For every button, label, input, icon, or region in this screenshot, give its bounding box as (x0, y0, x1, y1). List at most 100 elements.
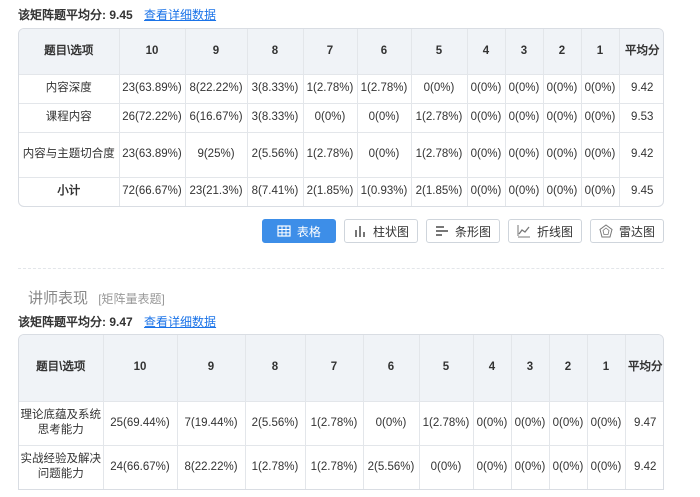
view-button-label: 折线图 (536, 224, 573, 239)
view-button-line-chart[interactable]: 折线图 (507, 219, 582, 243)
header-score-3: 3 (511, 335, 550, 402)
table-cell: 0(0%) (581, 177, 620, 206)
table-cell: 0(0%) (505, 132, 544, 178)
view-button-radar-chart[interactable]: 雷达图 (589, 219, 664, 243)
table-cell: 0(0%) (549, 445, 588, 489)
header-score-9: 9 (177, 335, 246, 402)
header-score-6: 6 (357, 29, 412, 75)
header-average: 平均分 (625, 335, 663, 402)
row-average: 9.42 (619, 132, 663, 178)
header-score-5: 5 (419, 335, 474, 402)
view-button-bar-chart[interactable]: 柱状图 (343, 219, 418, 243)
matrix2-average-value: 9.47 (109, 315, 133, 329)
row-label: 内容与主题切合度 (19, 132, 120, 178)
table-cell: 0(0%) (357, 103, 412, 133)
table-cell: 1(2.78%) (305, 445, 364, 489)
header-score-3: 3 (505, 29, 544, 75)
view-button-horizontal-bar[interactable]: 条形图 (425, 219, 500, 243)
matrix1-average-label: 该矩阵题平均分: (18, 8, 106, 22)
section-divider (18, 268, 664, 269)
table-cell: 3(8.33%) (247, 74, 304, 104)
section-title-text: 讲师表现 (28, 290, 89, 307)
row-label: 小计 (19, 177, 120, 206)
table-cell: 24(66.67%) (103, 445, 178, 489)
table-cell: 2(1.85%) (303, 177, 358, 206)
view-button-label: 表格 (296, 224, 321, 239)
table-cell: 1(2.78%) (411, 132, 468, 178)
view-button-label: 柱状图 (372, 224, 409, 239)
table-cell: 0(0%) (467, 132, 506, 178)
header-score-10: 10 (119, 29, 186, 75)
table-cell: 0(0%) (473, 401, 512, 446)
table-cell: 3(8.33%) (247, 103, 304, 133)
table-cell: 0(0%) (303, 103, 358, 133)
row-label: 内容深度 (19, 74, 120, 104)
header-score-7: 7 (303, 29, 358, 75)
matrix1-table: 题目\选项 10 9 8 7 6 5 4 3 2 1 平均分 内容深度 23(63.89%) 8(22.2… (19, 29, 663, 206)
table-cell: 0(0%) (549, 401, 588, 446)
table-cell: 0(0%) (543, 103, 582, 133)
table-cell: 0(0%) (505, 103, 544, 133)
view-button-table[interactable]: 表格 (261, 219, 336, 243)
table-cell: 7(19.44%) (177, 401, 246, 446)
table-cell: 23(63.89%) (119, 132, 186, 178)
table-cell: 25(69.44%) (103, 401, 178, 446)
table-cell: 23(21.3%) (185, 177, 248, 206)
table-row: 小计 72(66.67%) 23(21.3%) 8(7.41%) 2(1.85%) 1(0… (19, 177, 663, 206)
table-row: 内容深度 23(63.89%) 8(22.22%) 3(8.33%) 1(2.78%) 1… (19, 74, 663, 104)
row-average: 9.42 (619, 74, 663, 104)
table-cell: 2(5.56%) (363, 445, 420, 489)
section-type-label: [矩阵量表题] (98, 292, 165, 306)
table-cell: 26(72.22%) (119, 103, 186, 133)
table-cell: 0(0%) (587, 445, 626, 489)
table-cell: 1(0.93%) (357, 177, 412, 206)
matrix1-table-container: 题目\选项 10 9 8 7 6 5 4 3 2 1 平均分 内容深度 23(63.89%) 8(22.2… (18, 28, 664, 207)
table-cell: 1(2.78%) (303, 74, 358, 104)
table-cell: 9(25%) (185, 132, 248, 178)
table-icon (277, 224, 291, 238)
header-score-8: 8 (245, 335, 306, 402)
table-cell: 8(7.41%) (247, 177, 304, 206)
table-cell: 0(0%) (543, 74, 582, 104)
header-score-2: 2 (543, 29, 582, 75)
table-cell: 0(0%) (357, 132, 412, 178)
header-score-6: 6 (363, 335, 420, 402)
header-row-label: 题目\选项 (19, 335, 104, 402)
table-cell: 1(2.78%) (419, 401, 474, 446)
table-row: 课程内容 26(72.22%) 6(16.67%) 3(8.33%) 0(0%) 0(0%… (19, 103, 663, 133)
matrix2-detail-link[interactable]: 查看详细数据 (144, 315, 216, 329)
matrix1-average-line: 该矩阵题平均分: 9.45 查看详细数据 (18, 6, 216, 23)
row-average: 9.42 (634, 460, 657, 473)
header-score-1: 1 (581, 29, 620, 75)
table-row: 理论底蕴及系统思考能力 25(69.44%) 7(19.44%) 2(5.56%) 1(… (19, 401, 663, 446)
view-button-label: 条形图 (454, 224, 491, 239)
header-score-4: 4 (473, 335, 512, 402)
table-cell: 23(63.89%) (119, 74, 186, 104)
table-cell: 0(0%) (505, 177, 544, 206)
matrix1-header-row: 题目\选项 10 9 8 7 6 5 4 3 2 1 平均分 (19, 29, 663, 75)
section-title: 讲师表现 [矩阵量表题] (28, 287, 165, 308)
table-cell: 1(2.78%) (357, 74, 412, 104)
row-average: 9.45 (631, 185, 654, 198)
table-cell: 0(0%) (581, 132, 620, 178)
table-cell: 1(2.78%) (303, 132, 358, 178)
table-cell: 0(0%) (467, 177, 506, 206)
row-average: 9.47 (625, 401, 663, 446)
header-row-label: 题目\选项 (19, 29, 120, 75)
view-button-label: 雷达图 (618, 224, 655, 239)
table-cell: 0(0%) (511, 401, 550, 446)
chart-type-toolbar: 表格 柱状图 条形图 折线图 雷达图 (261, 219, 664, 243)
table-cell: 0(0%) (473, 445, 512, 489)
matrix2-average-label: 该矩阵题平均分: (18, 315, 106, 329)
matrix1-detail-link[interactable]: 查看详细数据 (144, 8, 216, 22)
radar-chart-icon (599, 224, 613, 238)
bar-chart-icon (353, 224, 367, 238)
matrix2-table-container: 题目\选项 10 9 8 7 6 5 4 3 2 1 平均分 理论底蕴及系统思考能力 25(69.44%… (18, 334, 664, 490)
header-score-4: 4 (467, 29, 506, 75)
header-score-8: 8 (247, 29, 304, 75)
table-cell: 0(0%) (581, 103, 620, 133)
table-cell: 0(0%) (543, 177, 582, 206)
table-cell: 8(22.22%) (185, 74, 248, 104)
header-score-2: 2 (549, 335, 588, 402)
row-average: 9.53 (619, 103, 663, 133)
